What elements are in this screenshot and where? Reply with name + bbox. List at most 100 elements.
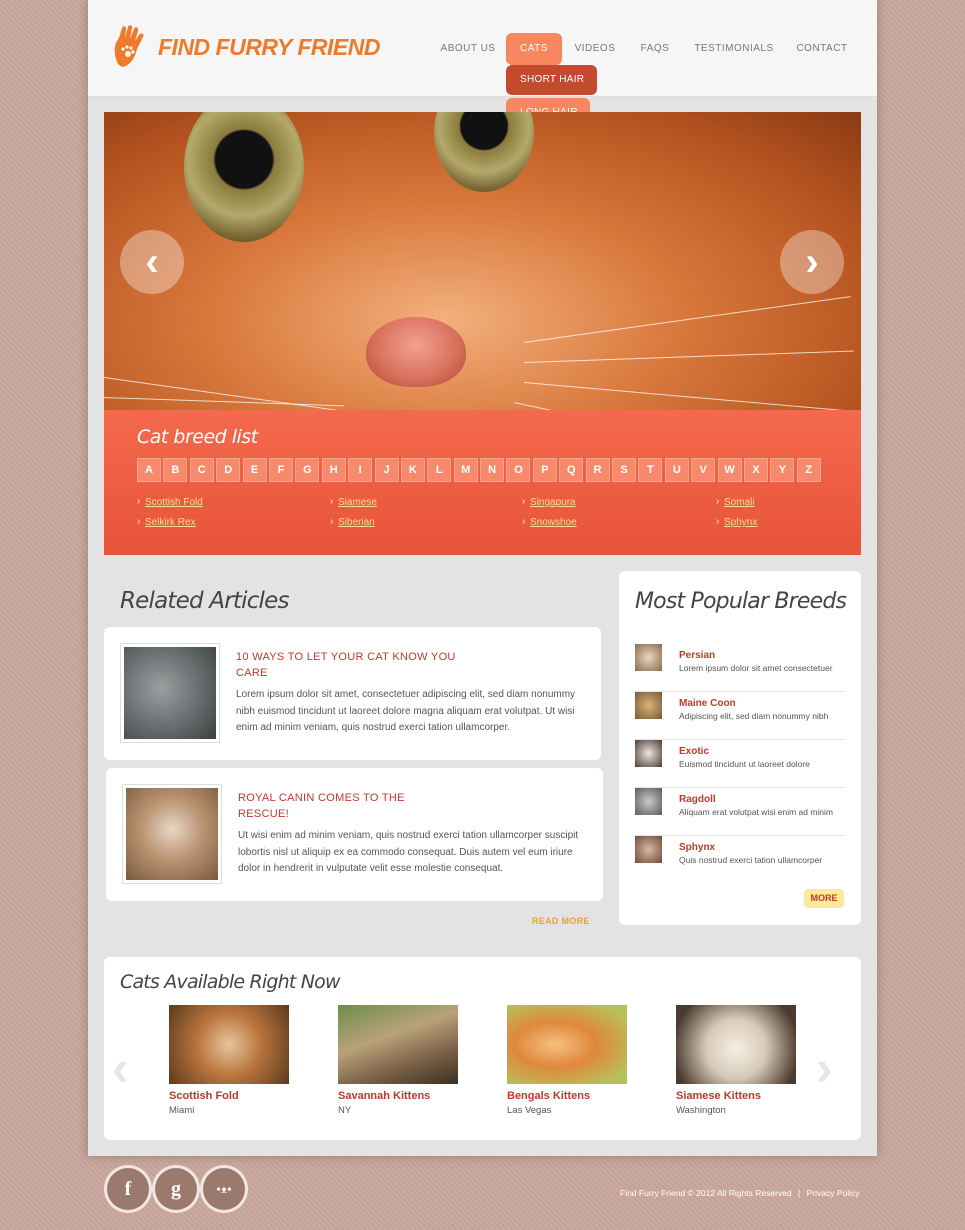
letter-v[interactable]: V [691,458,716,482]
slider-prev-button[interactable]: ‹ [120,230,184,294]
facebook-icon[interactable]: f [107,1168,149,1210]
letter-q[interactable]: Q [559,458,584,482]
letter-x[interactable]: X [743,458,768,482]
cat-card[interactable]: Siamese Kittens Washington [676,1005,796,1116]
cat-photo[interactable] [169,1005,289,1084]
cat-card[interactable]: Bengals Kittens Las Vegas [507,1005,627,1116]
article-thumbnail[interactable] [120,643,220,743]
list-item[interactable]: Exotic Euismod tincidunt ut laoreet dolo… [635,740,844,788]
list-item[interactable]: Persian Lorem ipsum dolor sit amet conse… [635,644,844,692]
related-articles-title: Related Articles [120,588,289,614]
breed-link-scottish-fold[interactable]: Scottish Fold [137,496,203,508]
cat-name[interactable]: Scottish Fold [169,1090,289,1102]
google-plus-icon[interactable]: g [155,1168,197,1210]
letter-e[interactable]: E [242,458,267,482]
letter-d[interactable]: D [216,458,241,482]
breed-link-singapura[interactable]: Singapura [522,496,576,508]
letter-r[interactable]: R [585,458,610,482]
letter-s[interactable]: S [612,458,637,482]
nav-faqs[interactable]: FAQS [636,33,674,65]
nav-about-us[interactable]: ABOUT US [438,33,498,65]
slider-next-button[interactable]: › [780,230,844,294]
letter-z[interactable]: Z [796,458,821,482]
breed-link-snowshoe[interactable]: Snowshoe [522,516,577,528]
carousel-prev-icon[interactable]: ‹ [112,1039,129,1097]
breed-name[interactable]: Persian [679,650,715,661]
letter-p[interactable]: P [532,458,557,482]
cat-location: NY [338,1105,352,1116]
breed-name[interactable]: Sphynx [679,842,715,853]
article-title[interactable]: 10 WAYS TO LET YOUR CAT KNOW YOU CARE [236,649,456,681]
cat-photo[interactable] [338,1005,458,1084]
breed-desc: Aliquam erat volutpat wisi enim ad minim [679,807,834,817]
letter-c[interactable]: C [189,458,214,482]
more-button[interactable]: MORE [804,889,844,908]
cat-name[interactable]: Siamese Kittens [676,1090,796,1102]
breed-name[interactable]: Maine Coon [679,698,736,709]
cat-eye-left [184,112,304,242]
letter-f[interactable]: F [268,458,293,482]
main-nav: ABOUT US CATS VIDEOS FAQS TESTIMONIALS C… [88,33,877,65]
cat-location: Las Vegas [507,1105,552,1116]
letter-h[interactable]: H [321,458,346,482]
cat-name[interactable]: Bengals Kittens [507,1090,627,1102]
article-excerpt: Lorem ipsum dolor sit amet, consectetuer… [236,689,576,733]
cat-photo[interactable] [507,1005,627,1084]
cat-photo [124,647,216,739]
carousel-next-icon[interactable]: › [816,1039,833,1097]
dropdown-short-hair[interactable]: SHORT HAIR [506,65,597,95]
page-container: Find Furry Friend ABOUT US CATS VIDEOS F… [88,0,877,1156]
breed-link-siamese[interactable]: Siamese [330,496,377,508]
breed-list-title: Cat breed list [137,426,258,448]
hero-slider: ‹ › [104,112,861,410]
nav-videos[interactable]: VIDEOS [572,33,618,65]
breed-link-selkirk-rex[interactable]: Selkirk Rex [137,516,196,528]
letter-b[interactable]: B [163,458,188,482]
breed-desc: Lorem ipsum dolor sit amet consectetuer [679,663,833,673]
footer-copyright: Find Furry Friend © 2012 All Rights Rese… [620,1188,860,1198]
letter-u[interactable]: U [664,458,689,482]
letter-g[interactable]: G [295,458,320,482]
breed-link-sphynx[interactable]: Sphynx [716,516,757,528]
letter-t[interactable]: T [638,458,663,482]
breed-name[interactable]: Exotic [679,746,709,757]
breed-desc: Euismod tincidunt ut laoreet dolore [679,759,810,769]
cat-eye-right [434,112,534,192]
letter-n[interactable]: N [480,458,505,482]
breed-link-siberian[interactable]: Siberian [330,516,375,528]
cat-card[interactable]: Scottish Fold Miami [169,1005,289,1116]
breed-desc: Adipiscing elit, sed diam nonummy nibh [679,711,829,721]
breed-thumbnail [635,692,662,719]
letter-m[interactable]: M [453,458,478,482]
article-thumbnail[interactable] [122,784,222,884]
article-excerpt: Ut wisi enim ad minim veniam, quis nostr… [238,830,579,874]
letter-i[interactable]: I [348,458,373,482]
breed-name[interactable]: Ragdoll [679,794,716,805]
letter-l[interactable]: L [427,458,452,482]
privacy-policy-link[interactable]: Privacy Policy [807,1188,860,1198]
letter-w[interactable]: W [717,458,742,482]
read-more-link[interactable]: READ MORE [532,916,590,926]
copyright-text: Find Furry Friend © 2012 All Rights Rese… [620,1188,792,1198]
letter-a[interactable]: A [137,458,161,482]
cat-photo[interactable] [676,1005,796,1084]
nav-contact[interactable]: CONTACT [794,33,850,65]
letter-k[interactable]: K [400,458,425,482]
cat-name[interactable]: Savannah Kittens [338,1090,458,1102]
list-item[interactable]: Maine Coon Adipiscing elit, sed diam non… [635,692,844,740]
nav-cats[interactable]: CATS [506,33,562,65]
article-title[interactable]: ROYAL CANIN COMES TO THE RESCUE! [238,790,458,822]
list-item[interactable]: Sphynx Quis nostrud exerci tation ullamc… [635,836,844,884]
cat-card[interactable]: Savannah Kittens NY [338,1005,458,1116]
social-links: f g •ᴥ• [107,1168,251,1210]
pet-face-icon[interactable]: •ᴥ• [203,1168,245,1210]
article-card: ROYAL CANIN COMES TO THE RESCUE! Ut wisi… [106,768,603,901]
cat-location: Washington [676,1105,726,1116]
letter-y[interactable]: Y [770,458,795,482]
nav-testimonials[interactable]: TESTIMONIALS [692,33,776,65]
alphabet-filter: ABCDEFGHIJKLMNOPQRSTUVWXYZ [137,458,823,482]
list-item[interactable]: Ragdoll Aliquam erat volutpat wisi enim … [635,788,844,836]
letter-o[interactable]: O [506,458,531,482]
letter-j[interactable]: J [374,458,399,482]
breed-link-somali[interactable]: Somali [716,496,755,508]
